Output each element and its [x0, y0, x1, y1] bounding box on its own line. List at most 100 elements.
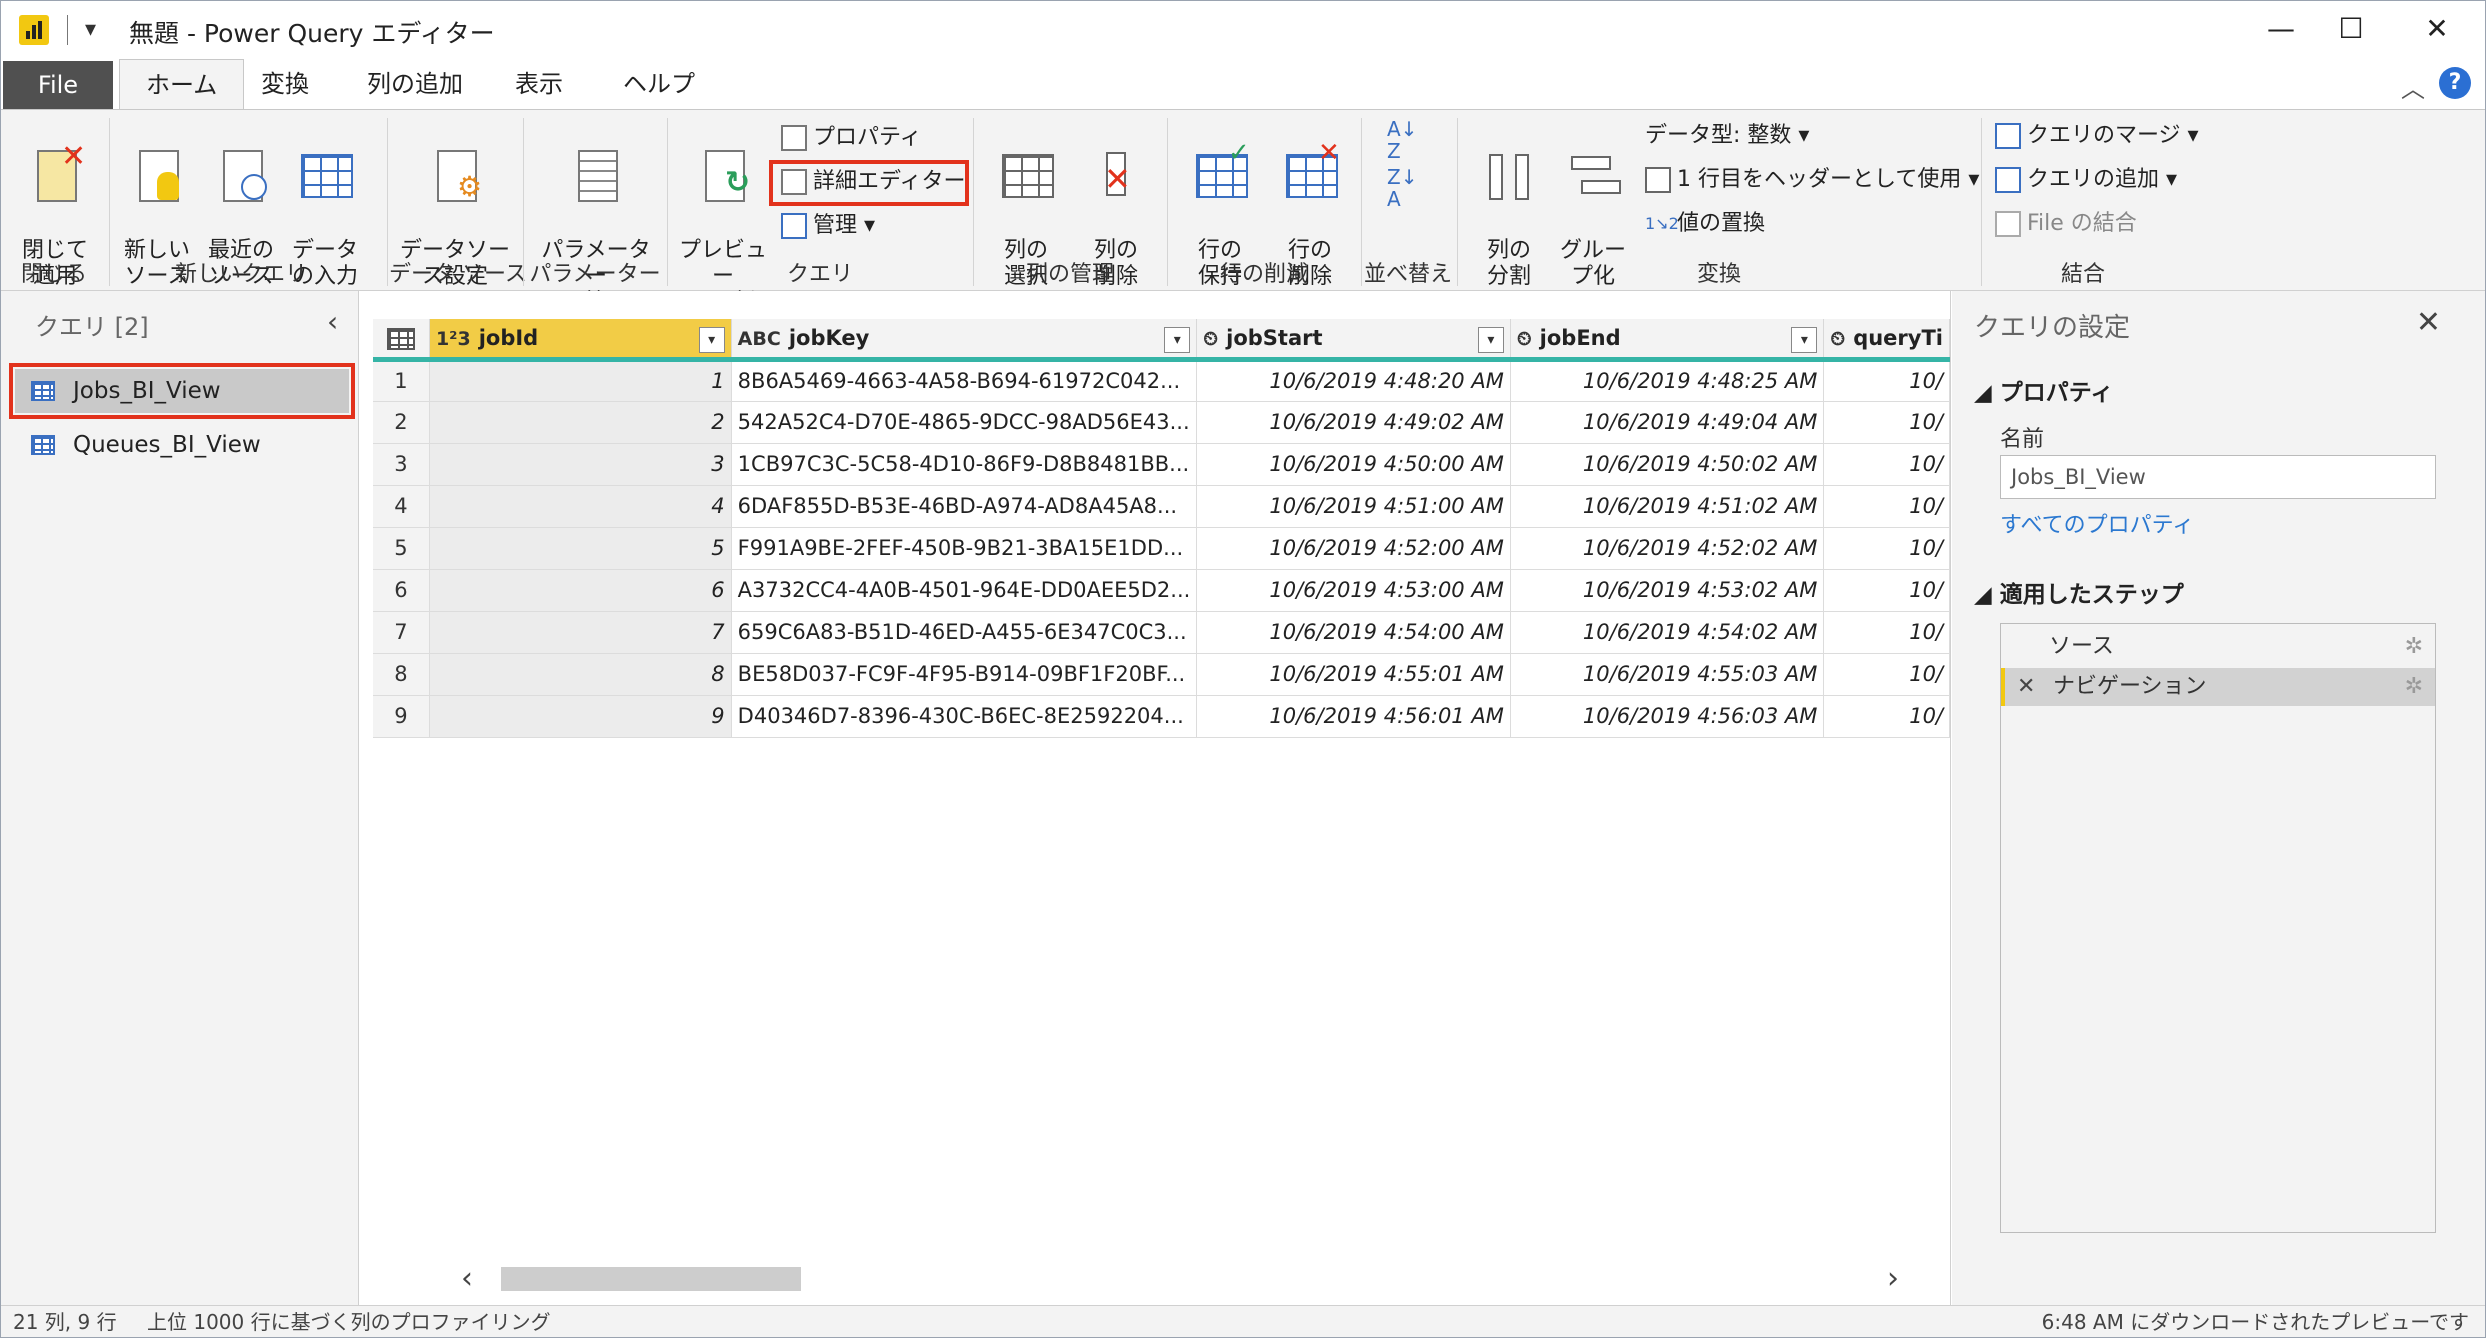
table-row[interactable]: 6 6 A3732CC4-4A0B-4501-964E-DD0AEE5D2... 10… [373, 569, 1950, 612]
cell-jobkey[interactable]: F991A9BE-2FEF-450B-9B21-3BA15E1DD... [731, 527, 1198, 570]
gear-icon[interactable]: ✲ [2405, 668, 2423, 706]
cell-jobstart[interactable]: 10/6/2019 4:50:00 AM [1196, 443, 1511, 486]
datetime-type-icon[interactable]: ⏲ [1830, 328, 1845, 350]
data-type-dropdown[interactable]: データ型: 整数 ▾ [1645, 118, 1809, 154]
cell-querytime[interactable]: 10/ [1823, 359, 1950, 402]
all-properties-link[interactable]: すべてのプロパティ [2000, 507, 2194, 539]
column-filter-dropdown-icon[interactable]: ▾ [1477, 327, 1504, 353]
properties-button[interactable]: プロパティ [781, 120, 922, 156]
cell-jobkey[interactable]: 659C6A83-B51D-46ED-A455-6E347C0C3... [731, 611, 1198, 654]
sort-ascending-icon[interactable]: A↓ Z [1387, 118, 1417, 162]
datetime-type-icon[interactable]: ⏲ [1517, 328, 1532, 350]
horizontal-scrollbar[interactable]: ‹ › [461, 1261, 1961, 1296]
table-row[interactable]: 9 9 D40346D7-8396-430C-B6EC-8E2592204... 10… [373, 695, 1950, 738]
row-number[interactable]: 7 [373, 611, 430, 654]
step-source[interactable]: ソース ✲ [2001, 628, 2435, 666]
text-type-icon[interactable]: ABC [738, 328, 781, 350]
cell-jobend[interactable]: 10/6/2019 4:53:02 AM [1510, 569, 1825, 612]
cell-jobstart[interactable]: 10/6/2019 4:53:00 AM [1196, 569, 1511, 612]
cell-jobid[interactable]: 1 [429, 359, 732, 402]
scroll-right-icon[interactable]: › [1887, 1261, 1899, 1296]
cell-jobid[interactable]: 8 [429, 653, 732, 696]
table-row[interactable]: 5 5 F991A9BE-2FEF-450B-9B21-3BA15E1DD... 10… [373, 527, 1950, 570]
cell-jobstart[interactable]: 10/6/2019 4:55:01 AM [1196, 653, 1511, 696]
delete-step-icon[interactable]: ✕ [2017, 668, 2035, 706]
cell-jobid[interactable]: 5 [429, 527, 732, 570]
query-item-queues[interactable]: Queues_BI_View [15, 423, 349, 467]
integer-type-icon[interactable]: 1²3 [436, 328, 471, 350]
chevron-up-icon[interactable]: ︿ [2401, 69, 2425, 104]
tab-add-column[interactable]: 列の追加 [341, 59, 489, 109]
cell-jobid[interactable]: 9 [429, 695, 732, 738]
tab-view[interactable]: 表示 [489, 59, 589, 109]
scroll-left-icon[interactable]: ‹ [461, 1261, 473, 1296]
datetime-type-icon[interactable]: ⏲ [1203, 328, 1218, 350]
quick-access-dropdown-icon[interactable]: ▾ [85, 17, 96, 42]
cell-querytime[interactable]: 10/ [1823, 653, 1950, 696]
close-icon[interactable]: ✕ [2407, 11, 2467, 47]
cell-jobstart[interactable]: 10/6/2019 4:54:00 AM [1196, 611, 1511, 654]
cell-querytime[interactable]: 10/ [1823, 611, 1950, 654]
combine-files-button[interactable]: File の結合 [1995, 206, 2137, 242]
cell-jobend[interactable]: 10/6/2019 4:56:03 AM [1510, 695, 1825, 738]
table-row[interactable]: 4 4 6DAF855D-B53E-46BD-A974-AD8A45A8... 10/… [373, 485, 1950, 528]
row-number[interactable]: 2 [373, 401, 430, 444]
manage-button[interactable]: 管理 ▾ [781, 208, 875, 244]
cell-jobkey[interactable]: D40346D7-8396-430C-B6EC-8E2592204... [731, 695, 1198, 738]
cell-querytime[interactable]: 10/ [1823, 485, 1950, 528]
row-number[interactable]: 8 [373, 653, 430, 696]
table-row[interactable]: 7 7 659C6A83-B51D-46ED-A455-6E347C0C3... 10… [373, 611, 1950, 654]
row-number[interactable]: 4 [373, 485, 430, 528]
cell-jobkey[interactable]: BE58D037-FC9F-4F95-B914-09BF1F20BF... [731, 653, 1198, 696]
sort-descending-icon[interactable]: Z↓ A [1387, 166, 1417, 210]
cell-jobend[interactable]: 10/6/2019 4:51:02 AM [1510, 485, 1825, 528]
scrollbar-thumb[interactable] [501, 1267, 801, 1291]
cell-jobkey[interactable]: 1CB97C3C-5C58-4D10-86F9-D8B8481BB... [731, 443, 1198, 486]
row-number[interactable]: 3 [373, 443, 430, 486]
cell-jobend[interactable]: 10/6/2019 4:48:25 AM [1510, 359, 1825, 402]
cell-querytime[interactable]: 10/ [1823, 401, 1950, 444]
cell-jobid[interactable]: 7 [429, 611, 732, 654]
minimize-icon[interactable]: — [2251, 11, 2311, 47]
cell-jobend[interactable]: 10/6/2019 4:52:02 AM [1510, 527, 1825, 570]
grid-corner-menu[interactable] [373, 319, 430, 362]
cell-jobid[interactable]: 3 [429, 443, 732, 486]
column-header-jobkey[interactable]: ABC jobKey ▾ [731, 319, 1198, 362]
close-icon[interactable]: ✕ [2416, 305, 2441, 340]
query-name-input[interactable]: Jobs_BI_View [2000, 455, 2436, 499]
cell-jobstart[interactable]: 10/6/2019 4:48:20 AM [1196, 359, 1511, 402]
table-row[interactable]: 3 3 1CB97C3C-5C58-4D10-86F9-D8B8481BB... 10… [373, 443, 1950, 486]
table-row[interactable]: 8 8 BE58D037-FC9F-4F95-B914-09BF1F20BF... 1… [373, 653, 1950, 696]
merge-queries-button[interactable]: クエリのマージ ▾ [1995, 118, 2199, 154]
cell-jobstart[interactable]: 10/6/2019 4:51:00 AM [1196, 485, 1511, 528]
cell-jobkey[interactable]: 542A52C4-D70E-4865-9DCC-98AD56E43... [731, 401, 1198, 444]
collapse-pane-icon[interactable]: ‹ [327, 305, 338, 338]
step-navigation[interactable]: ✕ ナビゲーション ✲ [2001, 668, 2435, 706]
column-filter-dropdown-icon[interactable]: ▾ [1164, 327, 1191, 353]
gear-icon[interactable]: ✲ [2405, 628, 2423, 666]
cell-jobstart[interactable]: 10/6/2019 4:56:01 AM [1196, 695, 1511, 738]
properties-section-header[interactable]: ◢ プロパティ [1974, 373, 2113, 407]
cell-jobid[interactable]: 2 [429, 401, 732, 444]
column-header-jobend[interactable]: ⏲ jobEnd ▾ [1510, 319, 1825, 362]
tab-transform[interactable]: 変換 [235, 59, 335, 109]
column-filter-dropdown-icon[interactable]: ▾ [698, 327, 725, 353]
applied-steps-section-header[interactable]: ◢ 適用したステップ [1974, 575, 2184, 609]
cell-querytime[interactable]: 10/ [1823, 695, 1950, 738]
cell-querytime[interactable]: 10/ [1823, 569, 1950, 612]
column-header-jobid[interactable]: 1²3 jobId ▾ [429, 319, 732, 362]
cell-jobkey[interactable]: 6DAF855D-B53E-46BD-A974-AD8A45A8... [731, 485, 1198, 528]
row-number[interactable]: 6 [373, 569, 430, 612]
cell-jobkey[interactable]: A3732CC4-4A0B-4501-964E-DD0AEE5D2... [731, 569, 1198, 612]
column-header-jobstart[interactable]: ⏲ jobStart ▾ [1196, 319, 1511, 362]
cell-jobkey[interactable]: 8B6A5469-4663-4A58-B694-61972C042... [731, 359, 1198, 402]
cell-jobend[interactable]: 10/6/2019 4:50:02 AM [1510, 443, 1825, 486]
cell-querytime[interactable]: 10/ [1823, 527, 1950, 570]
cell-jobid[interactable]: 4 [429, 485, 732, 528]
column-filter-dropdown-icon[interactable]: ▾ [1791, 327, 1818, 353]
cell-jobstart[interactable]: 10/6/2019 4:52:00 AM [1196, 527, 1511, 570]
use-first-row-header-button[interactable]: 1 行目をヘッダーとして使用 ▾ [1645, 162, 1979, 198]
help-icon[interactable]: ? [2439, 67, 2471, 99]
tab-file[interactable]: File [3, 61, 113, 109]
row-number[interactable]: 9 [373, 695, 430, 738]
